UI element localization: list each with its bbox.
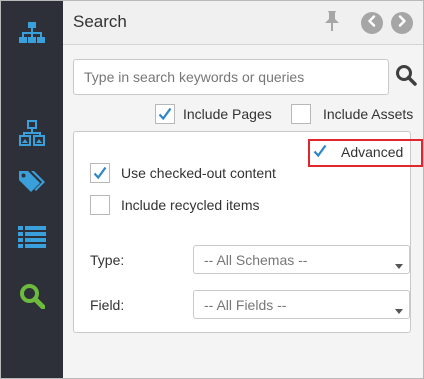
field-select[interactable]: -- All Fields -- bbox=[193, 290, 410, 319]
type-select-value: -- All Schemas -- bbox=[204, 252, 308, 268]
chevron-right-icon bbox=[396, 14, 408, 32]
checkmark-icon bbox=[157, 106, 173, 122]
advanced-checkbox[interactable] bbox=[310, 141, 330, 161]
field-select-value: -- All Fields -- bbox=[204, 297, 287, 313]
field-label: Field: bbox=[90, 297, 125, 313]
rail-item-pages[interactable] bbox=[1, 111, 63, 155]
next-button[interactable] bbox=[391, 12, 413, 34]
chevron-left-icon bbox=[366, 14, 378, 32]
checkmark-icon bbox=[92, 165, 108, 181]
include-assets-label: Include Assets bbox=[323, 106, 414, 122]
previous-button[interactable] bbox=[361, 12, 383, 34]
include-pages-checkbox[interactable] bbox=[155, 104, 175, 124]
include-recycled-checkbox[interactable] bbox=[90, 195, 110, 215]
panel-title: Search bbox=[73, 12, 127, 31]
advanced-options-box: Advanced Use checked-out content Include… bbox=[73, 131, 423, 333]
include-recycled-label: Include recycled items bbox=[121, 197, 260, 213]
caret-down-icon bbox=[395, 302, 403, 320]
caret-down-icon bbox=[395, 257, 403, 275]
hierarchy-image-icon bbox=[19, 120, 45, 146]
pin-button[interactable] bbox=[321, 10, 343, 37]
search-panel-window: Search Type in search keywords or querie… bbox=[0, 0, 424, 379]
list-icon bbox=[18, 226, 46, 248]
search-submit-button[interactable] bbox=[394, 64, 418, 91]
use-checked-out-label: Use checked-out content bbox=[121, 165, 276, 181]
type-select[interactable]: -- All Schemas -- bbox=[193, 245, 410, 274]
search-panel: Search Type in search keywords or querie… bbox=[63, 1, 423, 378]
search-input[interactable] bbox=[73, 59, 389, 95]
search-icon bbox=[395, 64, 417, 91]
advanced-label: Advanced bbox=[341, 144, 404, 160]
rail-item-sitemap[interactable] bbox=[1, 11, 63, 55]
type-label: Type: bbox=[90, 252, 125, 268]
left-nav-rail bbox=[1, 1, 63, 378]
tags-icon bbox=[18, 169, 46, 195]
use-checked-out-checkbox[interactable] bbox=[90, 163, 110, 183]
pin-icon bbox=[322, 10, 342, 37]
rail-item-search[interactable] bbox=[1, 274, 63, 318]
checkmark-icon bbox=[312, 143, 328, 159]
include-pages-label: Include Pages bbox=[183, 106, 272, 122]
rail-item-list[interactable] bbox=[1, 215, 63, 259]
search-icon bbox=[19, 283, 45, 309]
include-assets-checkbox[interactable] bbox=[291, 104, 311, 124]
rail-item-tags[interactable] bbox=[1, 160, 63, 204]
panel-header: Search bbox=[63, 1, 423, 45]
sitemap-icon bbox=[19, 21, 45, 45]
